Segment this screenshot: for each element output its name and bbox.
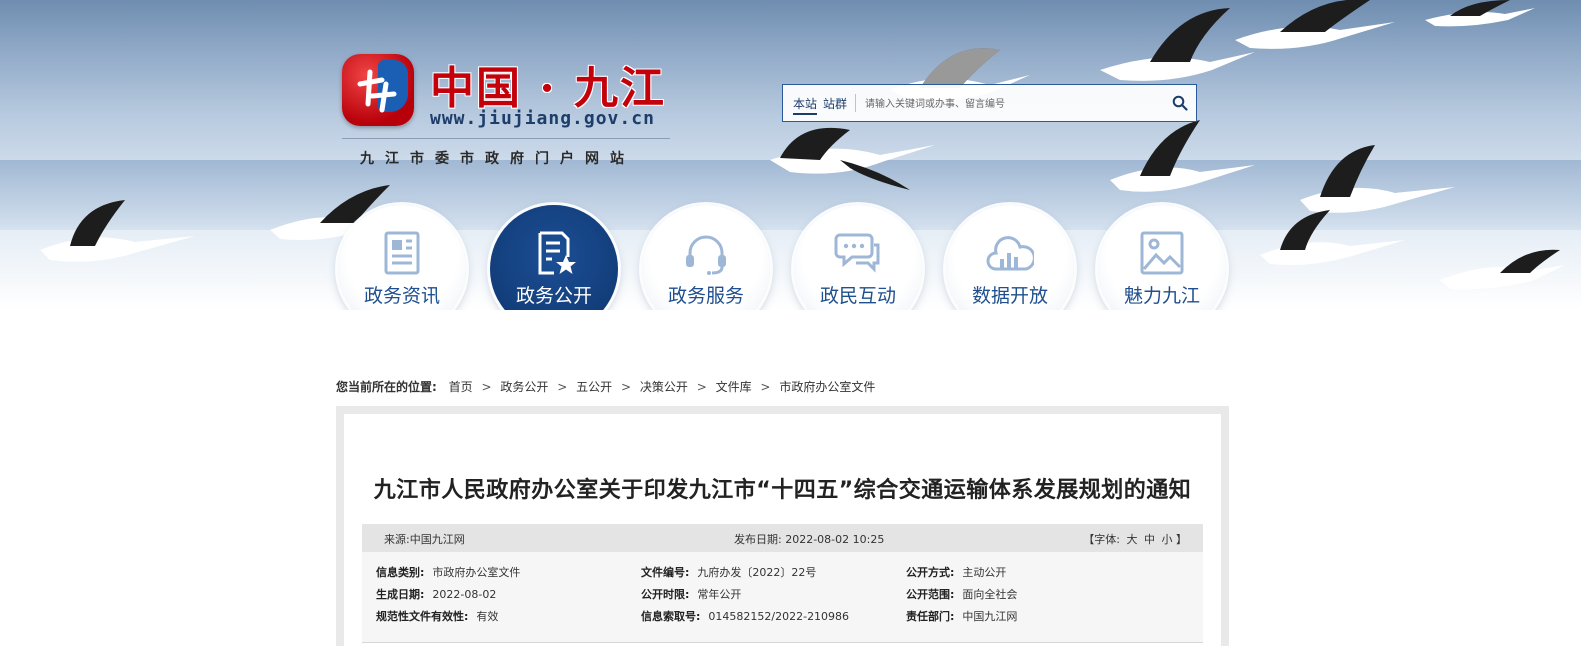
nav-label: 政务资讯 — [363, 285, 440, 307]
crane-illustration — [1440, 249, 1565, 290]
breadcrumb-separator: > — [760, 380, 771, 394]
nav-label: 政务公开 — [515, 285, 592, 307]
nav-item-gov-open[interactable]: 政务公开 — [490, 205, 618, 310]
search-icon[interactable] — [1172, 95, 1188, 111]
logo-emblem — [342, 54, 414, 126]
search-input[interactable] — [863, 91, 1167, 117]
nav-item-gov-service[interactable]: 政务服务 — [642, 205, 770, 310]
headset-icon — [686, 235, 726, 275]
cloud-chart-icon — [986, 236, 1034, 271]
breadcrumb: 您当前所在的位置: 首页 > 政务公开 > 五公开 > 决策公开 > 文件库 >… — [336, 378, 875, 395]
breadcrumb-label: 您当前所在的位置: — [336, 380, 437, 394]
breadcrumb-home[interactable]: 首页 — [449, 380, 473, 394]
logo-url: www.jiujiang.gov.cn — [430, 108, 655, 129]
font-size-suffix: 】 — [1176, 533, 1187, 546]
breadcrumb-separator: > — [557, 380, 568, 394]
article-meta-bar: 来源:中国九江网 发布日期: 2022-08-02 10:25 【字体: 大 中… — [362, 524, 1203, 552]
info-open-period: 公开时限: 常年公开 — [641, 588, 742, 601]
article-title: 九江市人民政府办公室关于印发九江市“十四五”综合交通运输体系发展规划的通知 — [373, 478, 1192, 503]
breadcrumb-separator: > — [696, 380, 707, 394]
font-size-large-button[interactable]: 大 — [1127, 533, 1138, 546]
breadcrumb-five-open[interactable]: 五公开 — [576, 380, 612, 394]
nav-label: 数据开放 — [971, 285, 1048, 307]
breadcrumb-separator: > — [620, 380, 632, 394]
logo-title: 中国 · 九江 — [430, 63, 666, 114]
search-box: 本站 站群 — [782, 84, 1197, 122]
site-logo[interactable]: 中国 · 九江 www.jiujiang.gov.cn 九江市委市政府门户网站 — [342, 54, 672, 174]
crane-illustration — [40, 200, 195, 262]
logo-divider — [342, 138, 670, 139]
nav-item-open-data[interactable]: 数据开放 — [946, 205, 1074, 310]
info-index-number: 信息索取号: 014582152/2022-210986 — [641, 610, 850, 623]
info-validity: 规范性文件有效性: 有效 — [376, 610, 499, 623]
nav-label: 政民互动 — [819, 285, 896, 307]
document-star-icon — [538, 231, 576, 275]
article-frame: 九江市人民政府办公室关于印发九江市“十四五”综合交通运输体系发展规划的通知 来源… — [336, 406, 1229, 654]
main-nav: 政务资讯 政务公开 政务服务 政民互动 数据开放 魅力九江 — [338, 205, 1228, 310]
search-divider — [855, 94, 856, 112]
search-tab-group[interactable]: 站群 — [823, 95, 847, 112]
font-size-control: 【字体: 大 中 小 】 — [1083, 531, 1187, 547]
article-source: 来源:中国九江网 — [384, 533, 465, 546]
document-info-table: 信息类别: 市政府办公室文件 文件编号: 九府办发〔2022〕22号 公开方式: 主动… — [362, 552, 1203, 643]
font-size-medium-button[interactable]: 中 — [1144, 533, 1155, 546]
font-size-prefix: 【字体: — [1083, 533, 1120, 546]
nav-item-news[interactable]: 政务资讯 — [338, 205, 466, 310]
crane-illustration — [1110, 120, 1255, 192]
info-open-scope: 公开范围: 面向全社会 — [906, 588, 1018, 601]
logo-subtitle: 九江市委市政府门户网站 — [360, 151, 635, 167]
header-banner: 中国 · 九江 www.jiujiang.gov.cn 九江市委市政府门户网站 … — [0, 0, 1581, 310]
nav-item-charm[interactable]: 魅力九江 — [1098, 205, 1226, 310]
crane-illustration — [1235, 0, 1395, 49]
info-category: 信息类别: 市政府办公室文件 — [376, 566, 521, 579]
crane-illustration — [1260, 210, 1405, 265]
breadcrumb-file-library[interactable]: 文件库 — [716, 380, 752, 394]
article-publish-date: 发布日期: 2022-08-02 10:25 — [734, 533, 885, 546]
article-panel: 九江市人民政府办公室关于印发九江市“十四五”综合交通运输体系发展规划的通知 来源… — [344, 414, 1221, 654]
info-doc-number: 文件编号: 九府办发〔2022〕22号 — [641, 566, 817, 579]
breadcrumb-office-files[interactable]: 市政府办公室文件 — [779, 380, 875, 394]
chat-bubbles-icon — [834, 233, 880, 273]
breadcrumb-gov-open[interactable]: 政务公开 — [500, 380, 548, 394]
crane-illustration — [1425, 0, 1535, 27]
picture-icon — [1140, 231, 1184, 275]
breadcrumb-decision-open[interactable]: 决策公开 — [640, 380, 688, 394]
newspaper-icon — [384, 231, 420, 275]
search-tab-site[interactable]: 本站 — [793, 95, 818, 115]
nav-label: 政务服务 — [667, 285, 744, 307]
nav-item-interaction[interactable]: 政民互动 — [794, 205, 922, 310]
crane-illustration — [770, 127, 935, 190]
nav-label: 魅力九江 — [1123, 285, 1200, 307]
info-department: 责任部门: 中国九江网 — [906, 610, 1018, 623]
info-created-date: 生成日期: 2022-08-02 — [376, 588, 497, 601]
info-open-method: 公开方式: 主动公开 — [906, 566, 1007, 579]
breadcrumb-separator: > — [481, 380, 492, 394]
font-size-small-button[interactable]: 小 — [1162, 533, 1173, 546]
